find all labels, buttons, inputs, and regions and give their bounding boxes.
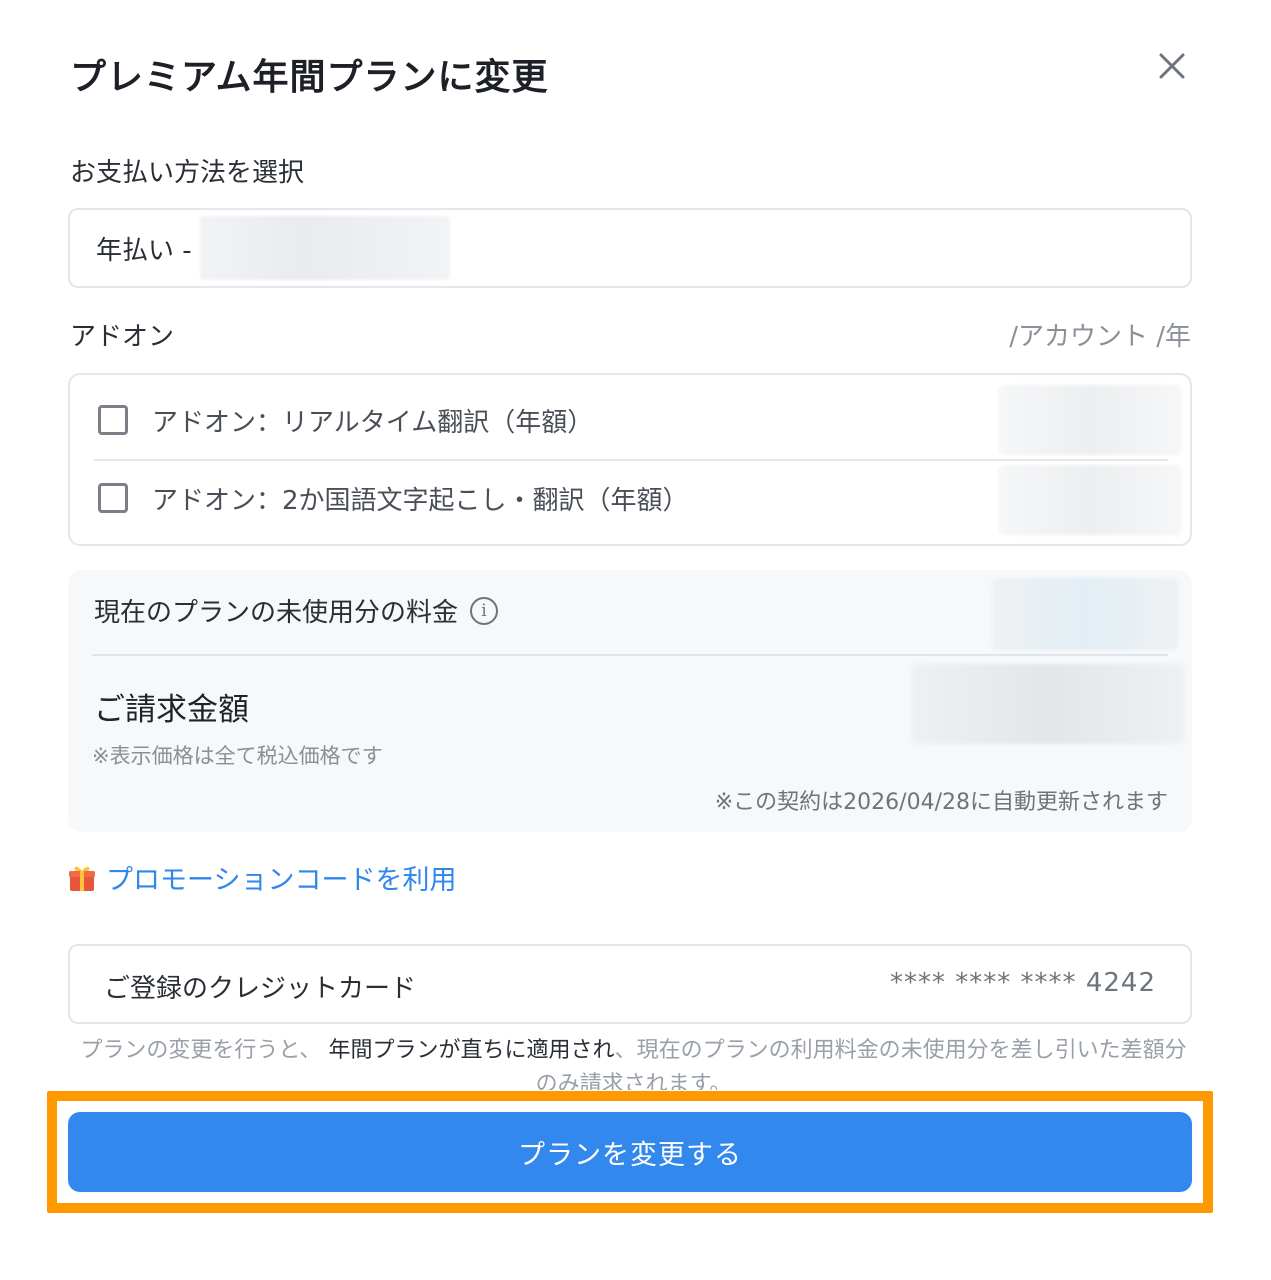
modal-title: プレミアム年間プランに変更 [70,57,549,98]
payment-method-label: お支払い方法を選択 [70,158,305,188]
price-summary: 現在のプランの未使用分の料金 i ご請求金額 ※表示価格は全て税込価格です ※こ… [68,570,1192,832]
renewal-note: ※この契約は2026/04/28に自動更新されます [714,790,1168,815]
unused-credit-label: 現在のプランの未使用分の料金 [94,598,459,628]
payment-method-select[interactable]: 年払い - [68,208,1192,288]
plan-change-notice: プランの変更を行うと、 年間プランが直ちに適用され、現在のプランの利用料金の未使… [76,1034,1191,1090]
payment-method-value: 年払い - [96,235,192,266]
total-value-redacted [912,664,1184,744]
close-button[interactable] [1150,44,1194,88]
unused-credit-value-redacted [992,578,1178,650]
gift-icon [68,863,96,893]
addon-checkbox[interactable] [98,483,128,513]
close-icon [1159,53,1185,79]
change-plan-modal: プレミアム年間プランに変更 お支払い方法を選択 年払い - アドオン /アカウン… [0,0,1271,1280]
notice-text: プランの変更を行うと、 [80,1038,322,1063]
addon-item-label: アドオン：リアルタイム翻訳（年額） [152,407,594,438]
addon-list: アドオン：リアルタイム翻訳（年額） アドオン：2か国語文字起こし・翻訳（年額） [68,373,1192,546]
credit-card-number: **** **** **** 4242 [890,968,1156,998]
divider [92,654,1168,656]
addon-unit-label: /アカウント /年 [1009,322,1191,352]
addon-label: アドオン [70,322,175,352]
notice-emphasis: 年間プランが直ちに適用され [328,1038,615,1063]
payment-price-redacted [199,216,450,280]
total-label: ご請求金額 [94,692,249,728]
divider [94,459,1168,461]
notice-text: 、現在のプランの利用料金の未使用分を差し引いた差額分のみ請求されます。 [535,1038,1187,1090]
change-plan-button[interactable]: プランを変更する [68,1112,1192,1192]
credit-card-field[interactable]: ご登録のクレジットカード **** **** **** 4242 [68,944,1192,1024]
tax-note: ※表示価格は全て税込価格です [92,744,383,768]
info-icon[interactable]: i [470,596,499,625]
unused-credit-row: 現在のプランの未使用分の料金 i [94,592,499,629]
addon-price-redacted [998,385,1182,455]
credit-card-label: ご登録のクレジットカード [104,974,417,1004]
promo-code-link[interactable]: プロモーションコードを利用 [68,858,456,897]
promo-code-label: プロモーションコードを利用 [106,865,457,896]
addon-price-redacted [998,465,1182,535]
addon-checkbox[interactable] [98,405,128,435]
addon-item-label: アドオン：2か国語文字起こし・翻訳（年額） [152,485,689,516]
